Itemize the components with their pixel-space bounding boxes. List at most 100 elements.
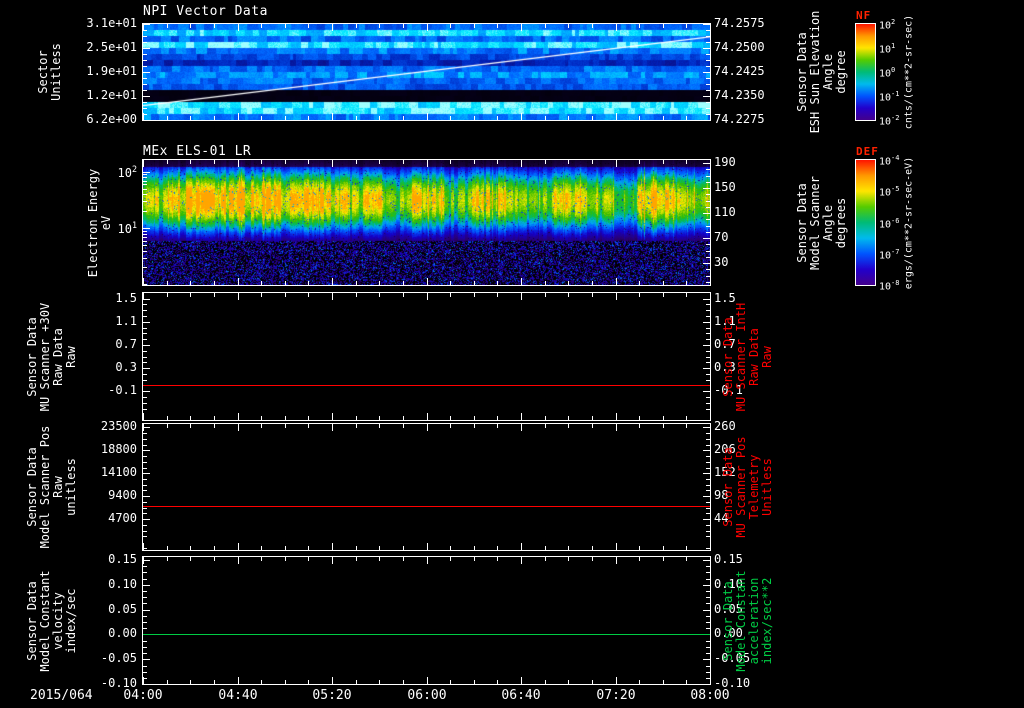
tick-mark — [706, 439, 710, 440]
tick-mark — [686, 416, 687, 420]
tick-mark — [710, 424, 711, 431]
panel-title-npi-vector-data: NPI Vector Data — [143, 4, 268, 19]
tick-mark — [214, 24, 215, 28]
tick-mark — [143, 251, 147, 252]
tick-mark — [427, 278, 428, 285]
y-tick-label-left: 1.5 — [115, 291, 137, 305]
tick-mark — [427, 677, 428, 684]
x-tick-label: 05:20 — [312, 688, 352, 703]
tick-mark — [521, 113, 522, 120]
tick-mark — [706, 513, 710, 514]
y-tick-label-left: 0.00 — [108, 626, 137, 640]
tick-mark — [167, 281, 168, 285]
tick-mark — [379, 546, 380, 550]
tick-mark — [663, 293, 664, 297]
y-tick-label-left: 9400 — [108, 488, 137, 502]
tick-mark — [143, 368, 150, 369]
tick-mark — [403, 116, 404, 120]
tick-mark — [143, 525, 147, 526]
tick-mark — [521, 293, 522, 300]
tick-mark — [592, 293, 593, 297]
tick-mark — [521, 424, 522, 431]
tick-mark — [474, 160, 475, 164]
tick-mark — [706, 84, 710, 85]
tick-mark — [710, 557, 711, 564]
tick-mark — [214, 416, 215, 420]
tick-mark — [427, 557, 428, 564]
tick-mark — [261, 24, 262, 28]
left-axis-label-model-scanner-pos-panel: Sensor Data Model Scanner Pos Raw unitle… — [25, 425, 78, 549]
tick-mark — [143, 345, 150, 346]
left-axis-label-npi-sector-spectrogram: Sector Unitless — [36, 43, 63, 101]
tick-mark — [706, 409, 710, 410]
tick-mark — [706, 653, 710, 654]
tick-mark — [703, 213, 710, 214]
tick-mark — [238, 424, 239, 431]
tick-mark — [592, 116, 593, 120]
tick-mark — [706, 251, 710, 252]
tick-mark — [663, 116, 664, 120]
tick-mark — [332, 424, 333, 431]
tick-mark — [143, 647, 147, 648]
tick-mark — [167, 116, 168, 120]
right-axis-label-mu-scanner-30v-panel: Sensor Data MU Scanner IntH Raw Data Raw — [721, 302, 774, 411]
tick-mark — [592, 281, 593, 285]
tick-mark — [568, 160, 569, 164]
tick-mark — [450, 281, 451, 285]
tick-mark — [143, 628, 147, 629]
tick-mark — [403, 546, 404, 550]
tick-mark — [497, 557, 498, 561]
tick-mark — [686, 281, 687, 285]
colorbar-tick-label: 10-1 — [879, 90, 900, 104]
right-axis-label-model-constant-velocity-panel: Sensor Data Model Constant acceleration … — [721, 569, 774, 672]
tick-mark — [616, 424, 617, 431]
tick-mark — [703, 519, 710, 520]
panel-frame-model-constant-velocity-panel — [142, 556, 711, 685]
tick-mark — [143, 591, 147, 592]
tick-mark — [143, 30, 147, 31]
tick-mark — [285, 24, 286, 28]
tick-mark — [143, 194, 147, 195]
y-tick-label-left: 0.05 — [108, 602, 137, 616]
tick-mark — [143, 72, 150, 73]
tick-mark — [285, 416, 286, 420]
tick-mark — [143, 362, 147, 363]
tick-mark — [143, 267, 147, 268]
tick-mark — [143, 397, 147, 398]
tick-mark — [568, 557, 569, 561]
tick-mark — [710, 677, 711, 684]
tick-mark — [143, 413, 144, 420]
tick-mark — [703, 450, 710, 451]
tick-mark — [450, 293, 451, 297]
tick-mark — [706, 479, 710, 480]
tick-mark — [639, 116, 640, 120]
tick-mark — [143, 114, 147, 115]
colorbar-tick-label: 100 — [879, 66, 896, 80]
tick-mark — [706, 591, 710, 592]
tick-mark — [703, 560, 710, 561]
tick-mark — [238, 557, 239, 564]
tick-mark — [308, 557, 309, 561]
tick-mark — [639, 557, 640, 561]
y-tick-label-left: 1.1 — [115, 314, 137, 328]
tick-mark — [285, 293, 286, 297]
colorbar-frame-NF — [855, 23, 876, 121]
tick-mark — [639, 424, 640, 428]
tick-mark — [167, 160, 168, 164]
tick-mark — [686, 424, 687, 428]
tick-mark — [143, 684, 150, 685]
tick-mark — [332, 677, 333, 684]
tick-mark — [238, 278, 239, 285]
tick-mark — [379, 680, 380, 684]
tick-mark — [616, 278, 617, 285]
tick-mark — [706, 60, 710, 61]
tick-mark — [143, 339, 147, 340]
tick-mark — [143, 84, 147, 85]
tick-mark — [332, 113, 333, 120]
tick-mark — [356, 24, 357, 28]
y-tick-label-left: 3.1e+01 — [86, 16, 137, 30]
tick-mark — [706, 269, 710, 270]
tick-mark — [143, 245, 147, 246]
tick-mark — [450, 557, 451, 561]
tick-mark — [143, 48, 150, 49]
